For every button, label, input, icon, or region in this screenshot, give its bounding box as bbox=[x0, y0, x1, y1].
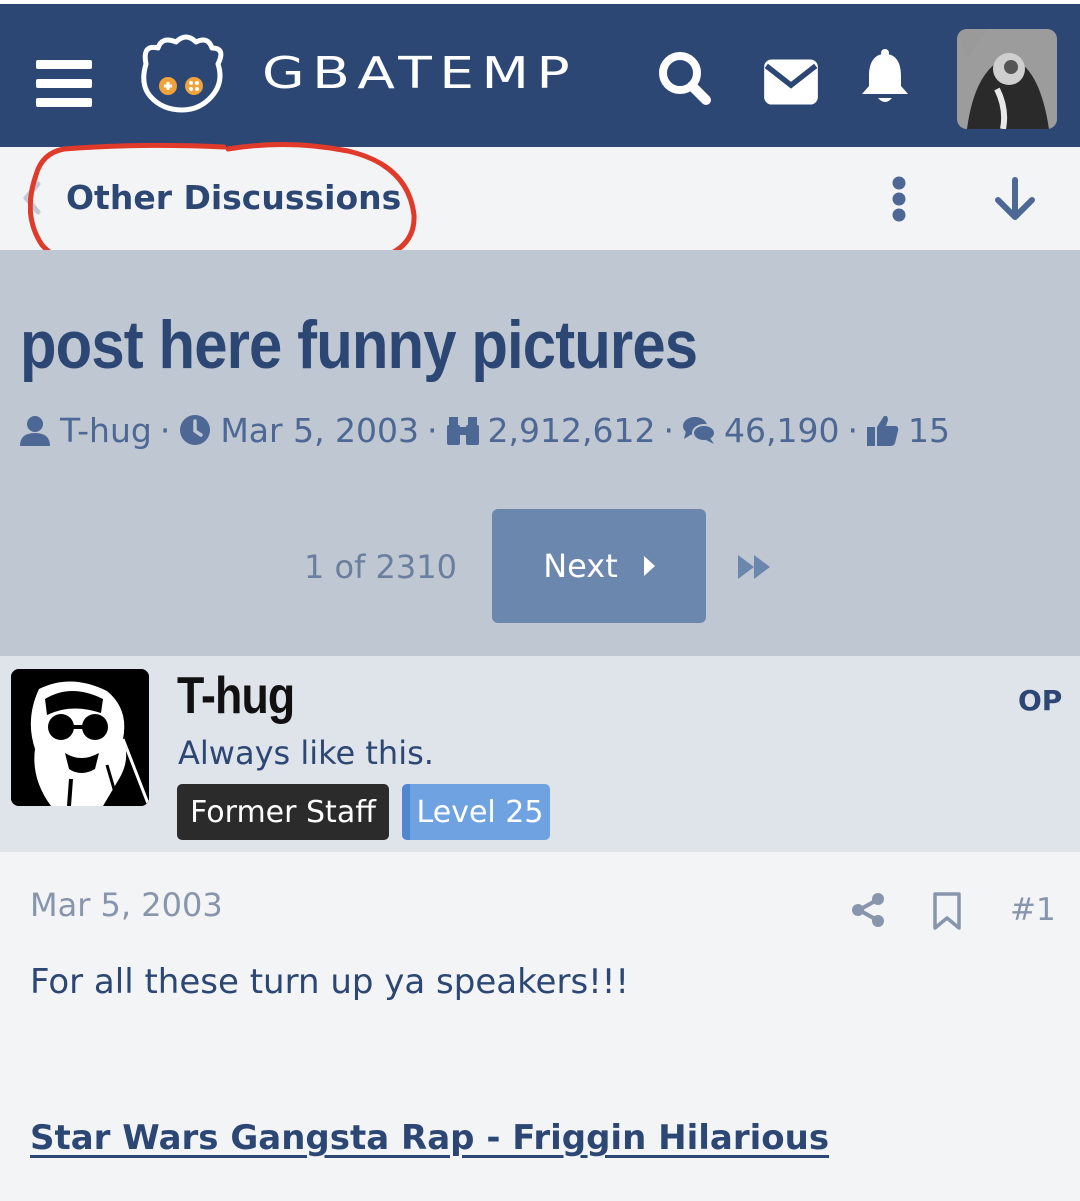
thread-views: 2,912,612 bbox=[487, 410, 656, 450]
caret-right-icon bbox=[643, 556, 655, 576]
thread-title: post here funny pictures bbox=[20, 307, 698, 383]
thread-date[interactable]: Mar 5, 2003 bbox=[220, 411, 419, 450]
user-avatar[interactable] bbox=[957, 29, 1057, 129]
bell-icon[interactable] bbox=[860, 48, 910, 106]
page-count: 1 of 2310 bbox=[304, 548, 457, 586]
site-logo-text[interactable]: GBATEMP bbox=[262, 48, 577, 99]
next-page-button[interactable]: Next bbox=[492, 509, 706, 623]
thumbs-up-icon bbox=[866, 415, 899, 446]
thread-meta: T-hug · Mar 5, 2003 · 2,912,612 · 46,190… bbox=[18, 408, 950, 452]
more-options-icon[interactable] bbox=[884, 176, 914, 222]
last-page-icon[interactable] bbox=[736, 553, 776, 581]
level-badge: Level 25 bbox=[402, 784, 550, 840]
next-button-label: Next bbox=[543, 547, 618, 585]
top-navigation-bar: GBATEMP bbox=[0, 0, 1080, 147]
bookmark-icon[interactable] bbox=[932, 892, 962, 930]
arrow-down-icon[interactable] bbox=[992, 176, 1038, 222]
menu-icon[interactable] bbox=[36, 60, 92, 108]
thread-likes: 15 bbox=[907, 410, 950, 450]
op-badge: OP bbox=[1018, 684, 1063, 717]
post-content-link[interactable]: Star Wars Gangsta Rap - Friggin Hilariou… bbox=[30, 1118, 829, 1158]
post-user-title: Always like this. bbox=[178, 734, 434, 772]
meta-separator: · bbox=[847, 410, 858, 450]
breadcrumb-link[interactable]: Other Discussions bbox=[66, 178, 401, 217]
post-content-text: For all these turn up ya speakers!!! bbox=[30, 962, 630, 1002]
binoculars-icon bbox=[446, 417, 479, 445]
meta-separator: · bbox=[663, 410, 675, 450]
thread-replies: 46,190 bbox=[724, 410, 840, 450]
gbatemp-mascot-logo[interactable] bbox=[138, 34, 226, 114]
former-staff-badge: Former Staff bbox=[177, 784, 389, 840]
meta-separator: · bbox=[159, 410, 171, 450]
post-date[interactable]: Mar 5, 2003 bbox=[30, 886, 223, 924]
post-username[interactable]: T-hug bbox=[177, 666, 295, 726]
post-author-avatar[interactable] bbox=[11, 669, 149, 806]
meta-separator: · bbox=[427, 410, 438, 450]
clock-icon bbox=[180, 415, 211, 445]
envelope-icon[interactable] bbox=[762, 54, 820, 110]
share-icon[interactable] bbox=[850, 892, 886, 928]
chevron-left-icon[interactable] bbox=[20, 181, 44, 215]
search-icon[interactable] bbox=[656, 50, 714, 106]
post-number-link[interactable]: #1 bbox=[1010, 892, 1056, 928]
user-icon bbox=[20, 416, 50, 446]
comments-icon bbox=[683, 417, 716, 444]
thread-author[interactable]: T-hug bbox=[60, 411, 152, 450]
